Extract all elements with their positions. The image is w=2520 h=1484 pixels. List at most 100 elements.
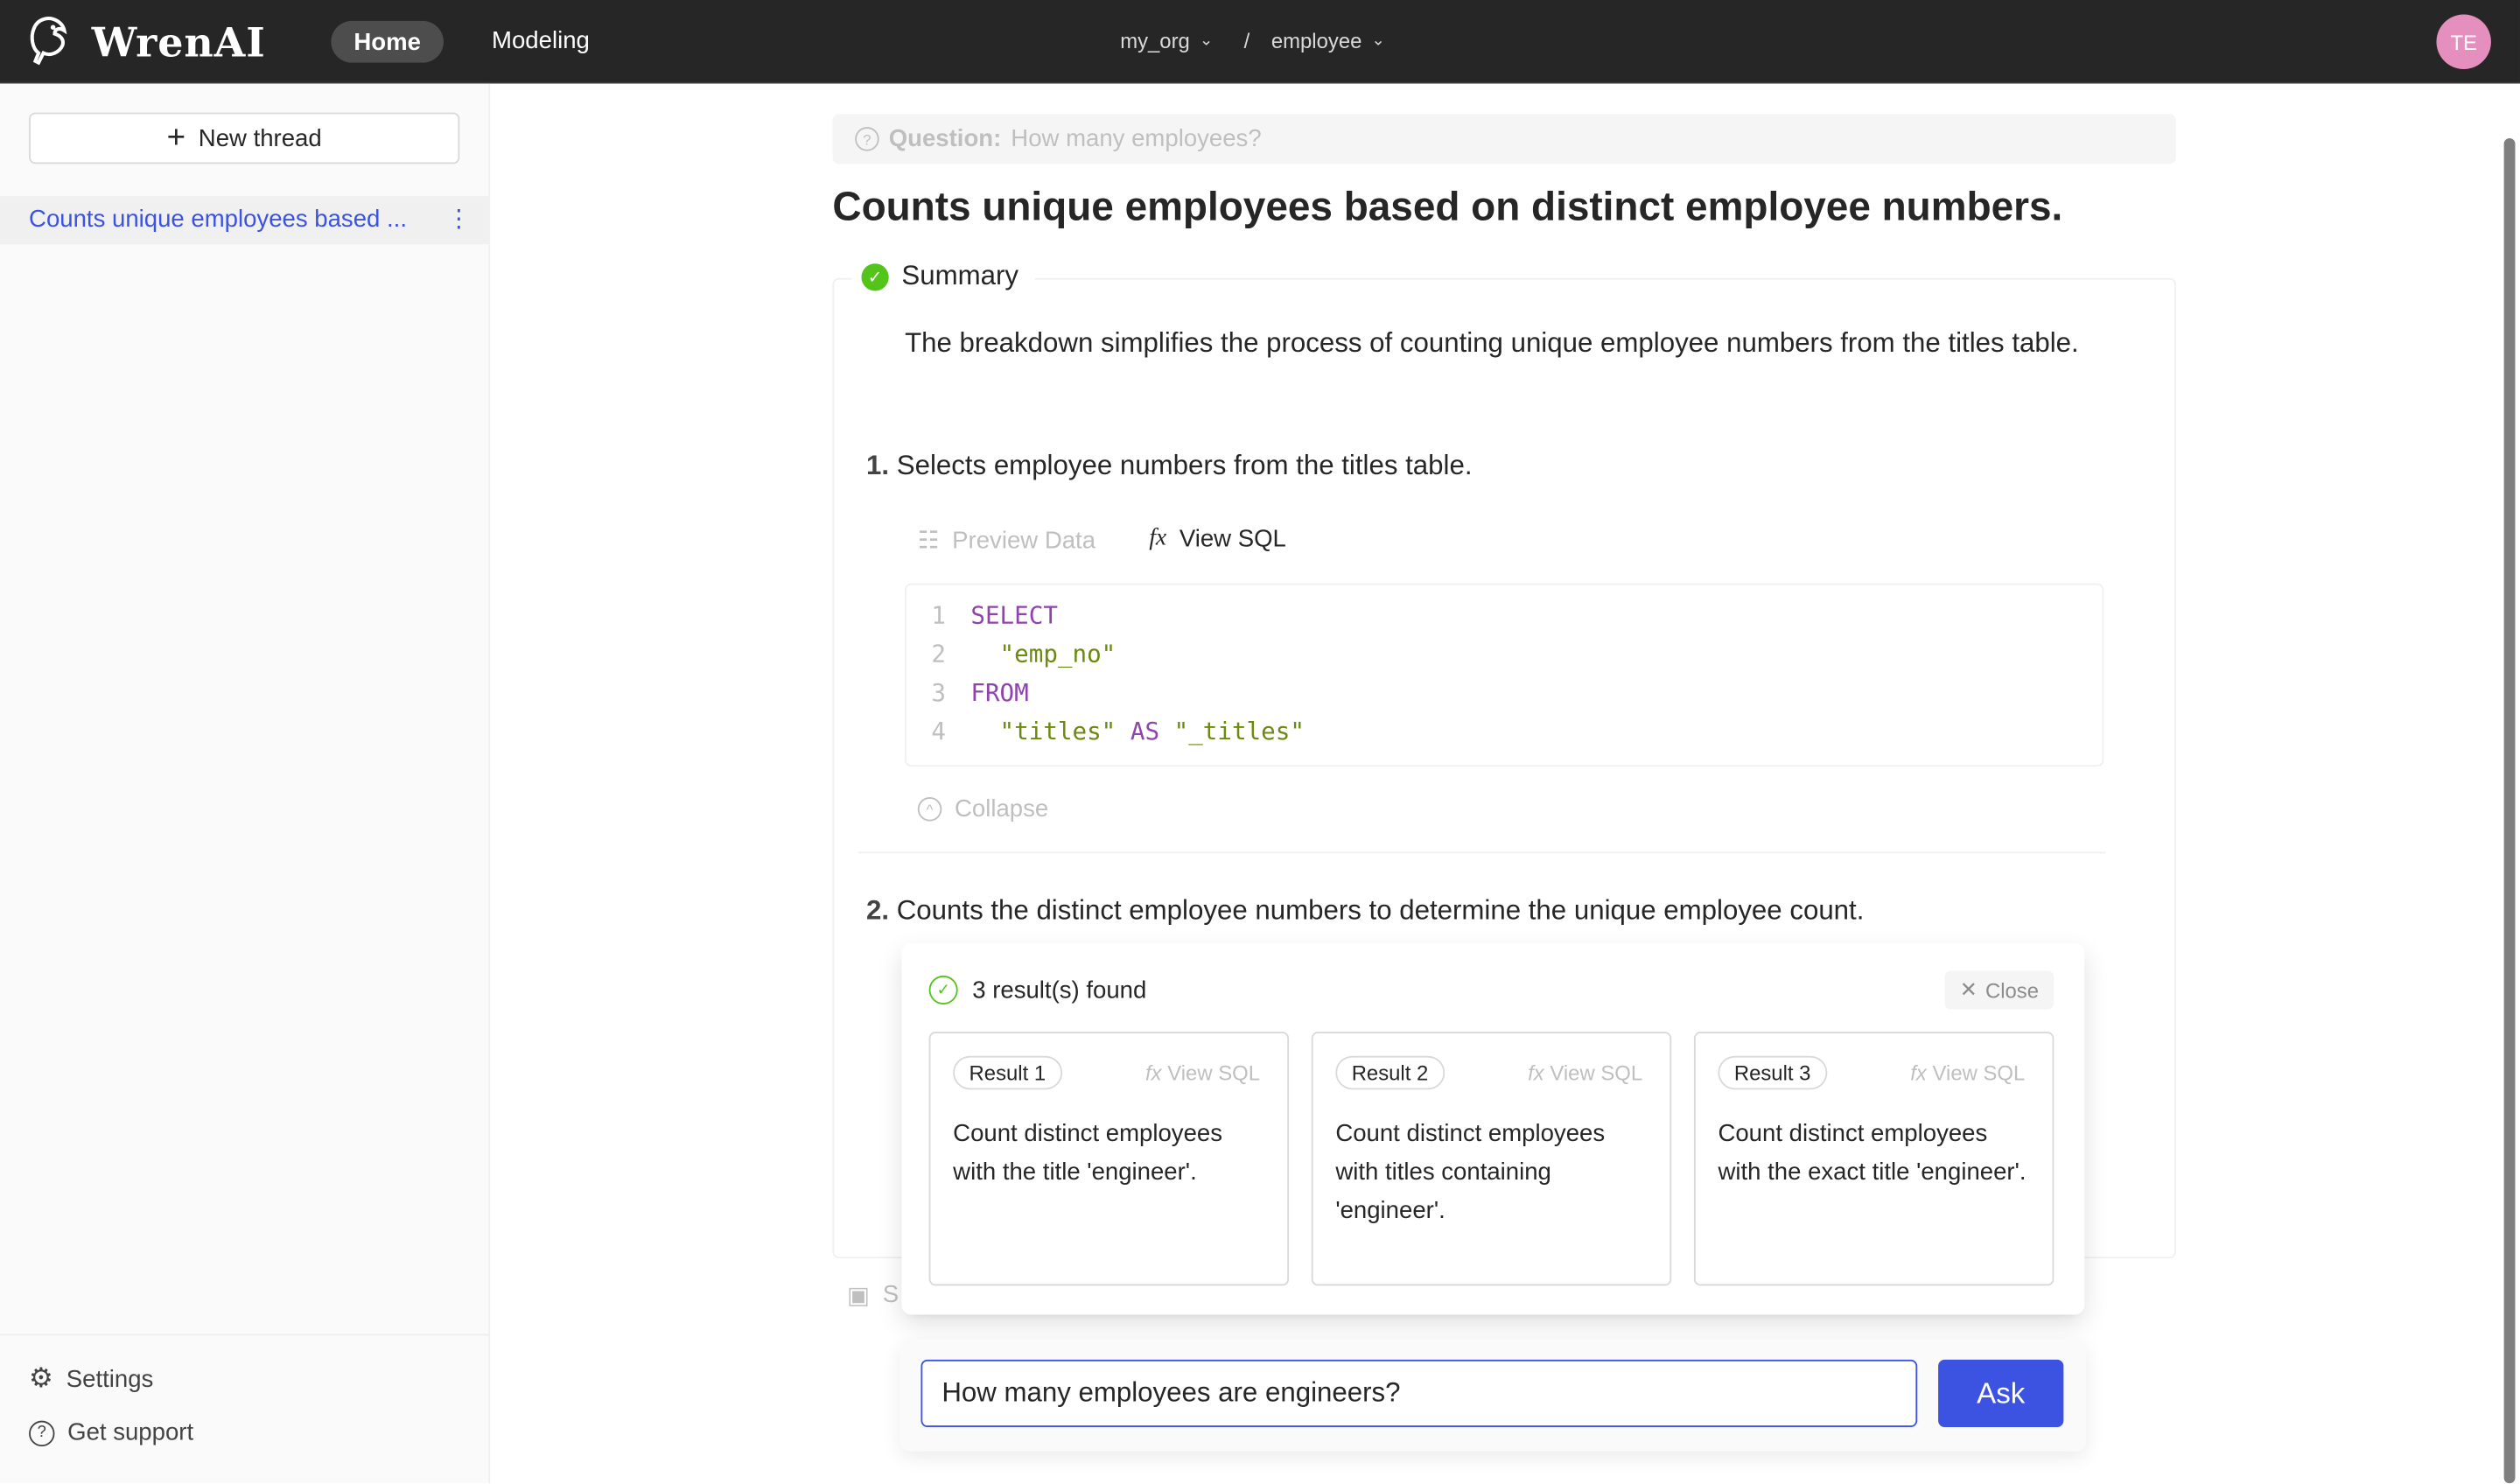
code-token: AS [1116,717,1174,746]
ask-bar: Ask [900,1338,2087,1452]
view-sql-label: View SQL [1167,1060,1260,1085]
org-selector[interactable]: my_org ⌄ [1120,29,1213,53]
step-text: Counts the distinct employee numbers to … [896,895,1865,926]
summary-text: The breakdown simplifies the process of … [905,327,2079,359]
result-tag: Result 3 [1718,1055,1827,1090]
result-text: Count distinct employees with the title … [953,1120,1223,1186]
settings-link[interactable]: ⚙ Settings [29,1363,153,1396]
result-text: Count distinct employees with titles con… [1335,1120,1606,1225]
view-sql-link[interactable]: fx View SQL [1528,1060,1642,1085]
sql-code-block: 1 SELECT 2 "emp_no" 3 FROM 4 "titles" AS "_ti… [905,583,2104,767]
code-token: "titles" [970,717,1116,746]
code-text: "titles" AS "_titles" [970,717,1305,755]
line-number: 2 [931,640,946,669]
logo-text: WrenAI [91,18,266,66]
settings-label: Settings [66,1365,154,1393]
code-line: 1 SELECT [906,601,2103,640]
function-icon: fx [1149,525,1167,551]
tab-preview-data[interactable]: ☷ Preview Data [918,526,1096,555]
question-circle-icon: ? [855,127,879,151]
results-popup: ✓ 3 result(s) found ✕ Close Result 1 fx Vie… [901,943,2085,1315]
result-card[interactable]: Result 1 fx View SQL Count distinct employ… [928,1032,1290,1286]
code-token: SELECT [970,600,1058,630]
save-icon: ▣ [846,1282,871,1310]
question-bar: ? Question: How many employees? [832,114,2176,164]
result-card[interactable]: Result 2 fx View SQL Count distinct employ… [1311,1032,1672,1286]
tab-label: View SQL [1179,525,1286,553]
summary-header: ✓ Summary [851,260,1035,293]
view-sql-label: View SQL [1550,1060,1643,1085]
ask-button[interactable]: Ask [1938,1359,2064,1428]
project-name: employee [1270,29,1362,53]
question-circle-icon: ? [29,1419,55,1446]
chevron-up-circle-icon: ^ [917,797,942,822]
check-circle-icon: ✓ [928,975,958,1004]
chevron-down-icon: ⌄ [1199,32,1214,50]
line-number: 3 [931,678,946,708]
step-number: 2. [865,895,890,926]
summary-label: Summary [901,260,1018,291]
result-card[interactable]: Result 3 fx View SQL Count distinct employ… [1693,1032,2054,1286]
nav-modeling[interactable]: Modeling [492,27,590,54]
check-circle-icon: ✓ [861,262,889,290]
collapse-button[interactable]: ^ Collapse [917,795,1049,823]
view-sql-label: View SQL [1932,1060,2026,1085]
top-bar: WrenAI Home Modeling my_org ⌄ / employee ⌄… [0,0,2520,84]
ask-input[interactable] [920,1359,1918,1428]
binoculars-icon: ☷ [917,527,940,555]
code-text: FROM [970,678,1028,717]
step-2: 2. Counts the distinct employee numbers … [866,889,1864,933]
step-text: Selects employee numbers from the titles… [896,450,1473,481]
new-thread-button[interactable]: + New thread [29,112,460,164]
thread-item[interactable]: Counts unique employees based ... ⋮ [0,196,489,245]
plus-icon: + [166,120,186,157]
code-line: 2 "emp_no" [906,640,2103,678]
question-text: How many employees? [1011,125,1262,153]
close-icon: ✕ [1959,976,1978,1002]
result-tag: Result 2 [1335,1055,1445,1090]
get-support-label: Get support [67,1418,194,1447]
tab-label: Preview Data [952,526,1096,554]
results-header: ✓ 3 result(s) found [928,975,1147,1004]
logo[interactable]: WrenAI [27,15,265,69]
sidebar: + New thread Counts unique employees base… [0,83,491,1484]
code-text: SELECT [970,601,1058,640]
code-text: "emp_no" [970,640,1116,678]
org-name: my_org [1120,29,1190,53]
code-line: 4 "titles" AS "_titles" [906,717,2103,755]
result-text: Count distinct employees with the exact … [1718,1120,2026,1186]
save-view-button[interactable]: ▣ S [847,1281,899,1310]
code-line: 3 FROM [906,678,2103,717]
more-icon[interactable]: ⋮ [447,204,472,233]
function-icon: fx [1144,1060,1162,1085]
line-number: 1 [931,600,946,630]
thread-title: Counts unique employees based ... [29,206,407,234]
get-support-link[interactable]: ? Get support [29,1419,193,1446]
code-token: "emp_no" [970,640,1116,669]
view-sql-link[interactable]: fx View SQL [1145,1060,1260,1085]
question-label: Question: [888,125,1002,153]
view-sql-link[interactable]: fx View SQL [1910,1060,2025,1085]
scrollbar[interactable] [2503,137,2516,1484]
app-root: WrenAI Home Modeling my_org ⌄ / employee ⌄… [0,0,2520,1484]
avatar[interactable]: TE [2436,14,2491,69]
step-1: 1. Selects employee numbers from the tit… [866,444,1473,487]
close-label: Close [1984,977,2040,1003]
code-token: FROM [970,678,1029,708]
function-icon: fx [1528,1060,1544,1085]
results-count: 3 result(s) found [972,976,1147,1004]
line-number: 4 [931,717,946,746]
sidebar-footer: ⚙ Settings ? Get support [0,1334,489,1446]
nav-home[interactable]: Home [331,20,444,63]
function-icon: fx [1910,1060,1927,1085]
gear-icon: ⚙ [29,1362,54,1394]
tab-view-sql[interactable]: fx View SQL [1149,526,1286,553]
step-number: 1. [865,450,890,481]
result-tag: Result 1 [953,1055,1062,1090]
project-selector[interactable]: employee ⌄ [1271,29,1385,53]
close-button[interactable]: ✕ Close [1944,970,2054,1010]
save-label: S [882,1280,900,1309]
breadcrumb-separator: / [1243,29,1250,53]
collapse-label: Collapse [955,795,1049,823]
page-title: Counts unique employees based on distinc… [832,185,2063,230]
